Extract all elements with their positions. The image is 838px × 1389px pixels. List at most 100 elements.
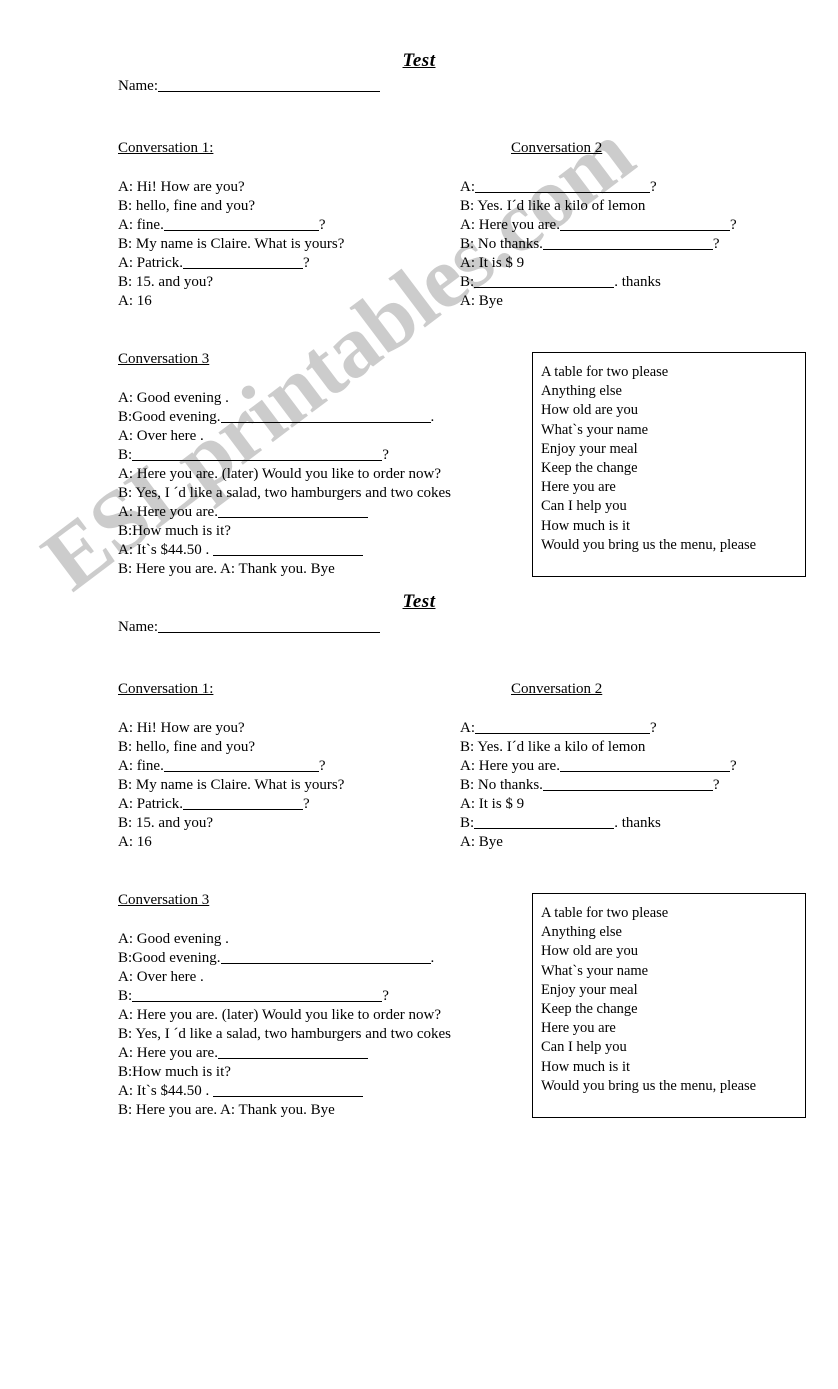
dialogue-line: B: My name is Claire. What is yours? [118, 235, 344, 254]
speaker-label: A: Here you are. [118, 1045, 218, 1061]
line-suffix: ? [303, 796, 310, 812]
answer-blank[interactable] [213, 1083, 363, 1097]
dialogue-line: A: Here you are. [118, 1044, 451, 1063]
speaker-label: A: Patrick. [118, 255, 183, 271]
line-suffix: ? [318, 758, 326, 774]
dialogue-line: B: . thanks [460, 273, 737, 292]
dialogue-line: A: Here you are.? [460, 757, 737, 776]
speaker-label: B: [118, 447, 133, 463]
speaker-label: B: Yes, I ´d like a salad, two hamburger… [118, 1026, 452, 1042]
speaker-label: B: 15. and you? [118, 815, 213, 831]
conversation-2-lines: A:? B: Yes. I´d like a kilo of lemon A: He… [460, 178, 737, 311]
answer-blank[interactable] [217, 504, 368, 518]
speaker-label: A: Here you are. [118, 504, 218, 520]
dialogue-line: A: Patrick.? [118, 254, 344, 273]
dialogue-line: B: No thanks.? [460, 235, 737, 254]
dialogue-line: A: Good evening . [118, 389, 451, 408]
dialogue-line: A: It`s $44.50 . [118, 541, 451, 560]
speaker-label: A: Hi! How are you? [118, 720, 245, 736]
speaker-label: B: hello, fine and you? [118, 198, 256, 214]
speaker-label: A: 16 [118, 834, 152, 850]
answer-blank[interactable] [132, 988, 383, 1002]
dialogue-line: B: Here you are. A: Thank you. Bye [118, 560, 451, 579]
speaker-label: A: Over here . [118, 969, 204, 985]
line-suffix: ? [712, 777, 720, 793]
dialogue-line: A: Over here . [118, 968, 451, 987]
speaker-label: B: hello, fine and you? [118, 739, 256, 755]
phrase-item: A table for two please [541, 364, 669, 380]
worksheet-page: ESLprintables.com Test Name: Conversatio… [0, 0, 838, 1389]
speaker-label: A: It`s $44.50 . [118, 542, 213, 558]
conversation-2-lines: A:? B: Yes. I´d like a kilo of lemon A: He… [460, 719, 737, 852]
page-title: Test [402, 591, 436, 612]
line-suffix: ? [729, 217, 737, 233]
answer-blank[interactable] [559, 217, 730, 231]
conversation-1-heading: Conversation 1: [118, 681, 214, 697]
speaker-label: B: Here you are. A: Thank you. Bye [118, 1102, 335, 1118]
answer-blank[interactable] [183, 255, 303, 269]
conversation-3-heading: Conversation 3 [118, 351, 210, 367]
answer-blank[interactable] [163, 217, 319, 231]
dialogue-line: B: Yes, I ´d like a salad, two hamburger… [118, 1025, 451, 1044]
line-suffix: ? [712, 236, 720, 252]
phrase-item: Can I help you [541, 498, 627, 515]
dialogue-line: B:How much is it? [118, 522, 451, 541]
phrase-item: A table for two please [541, 905, 669, 921]
answer-blank[interactable] [542, 777, 713, 791]
answer-blank[interactable] [559, 758, 730, 772]
phrase-item: How old are you [541, 943, 639, 960]
answer-blank[interactable] [220, 409, 431, 423]
dialogue-line: B:Good evening.. [118, 949, 451, 968]
speaker-label: B: No thanks. [460, 236, 543, 252]
dialogue-line: A: It is $ 9 [460, 254, 737, 273]
phrase-item: Anything else [541, 383, 622, 400]
answer-blank[interactable] [213, 542, 363, 556]
answer-blank[interactable] [220, 950, 431, 964]
speaker-label: A: 16 [118, 293, 152, 309]
dialogue-line: A: Bye [460, 292, 737, 311]
name-field-row: Name: [118, 77, 380, 95]
phrase-item: Anything else [541, 924, 622, 941]
line-suffix: . thanks [614, 815, 661, 831]
phrase-item: Keep the change [541, 460, 638, 477]
dialogue-line: B:Good evening.. [118, 408, 451, 427]
dialogue-line: B: Here you are. A: Thank you. Bye [118, 1101, 451, 1120]
phrase-item: Enjoy your meal [541, 440, 638, 457]
name-input-line[interactable] [157, 618, 380, 633]
phrase-bank-list: A table for two please Anything else How o… [533, 894, 805, 1096]
answer-blank[interactable] [475, 179, 650, 193]
answer-blank[interactable] [542, 236, 713, 250]
speaker-label: B: 15. and you? [118, 274, 213, 290]
answer-blank[interactable] [217, 1045, 368, 1059]
speaker-label: A: fine. [118, 217, 164, 233]
dialogue-line: A: Hi! How are you? [118, 178, 344, 197]
phrase-item: Would you bring us the menu, please [541, 1077, 757, 1094]
speaker-label: A: It is $ 9 [460, 255, 525, 271]
dialogue-line: B: hello, fine and you? [118, 738, 344, 757]
line-suffix: ? [650, 720, 657, 736]
phrase-bank-box: A table for two please Anything else How o… [532, 352, 806, 577]
line-suffix: . thanks [614, 274, 661, 290]
phrase-item: Would you bring us the menu, please [541, 536, 757, 553]
name-field-row: Name: [118, 618, 380, 636]
speaker-label: B: My name is Claire. What is yours? [118, 777, 345, 793]
phrase-item: Here you are [541, 479, 616, 496]
dialogue-line: A: 16 [118, 833, 344, 852]
dialogue-line: A: 16 [118, 292, 344, 311]
speaker-label: B:Good evening. [118, 950, 221, 966]
answer-blank[interactable] [474, 274, 615, 288]
speaker-label: A: Patrick. [118, 796, 183, 812]
dialogue-line: A: It is $ 9 [460, 795, 737, 814]
answer-blank[interactable] [163, 758, 319, 772]
answer-blank[interactable] [475, 720, 650, 734]
name-input-line[interactable] [157, 77, 380, 92]
page-title: Test [402, 50, 436, 71]
speaker-label: A: Good evening . [118, 390, 229, 406]
answer-blank[interactable] [474, 815, 615, 829]
answer-blank[interactable] [132, 447, 383, 461]
speaker-label: B: [118, 988, 133, 1004]
phrase-bank-box: A table for two please Anything else How o… [532, 893, 806, 1118]
dialogue-line: B: Yes, I ´d like a salad, two hamburger… [118, 484, 451, 503]
answer-blank[interactable] [183, 796, 303, 810]
speaker-label: B: No thanks. [460, 777, 543, 793]
